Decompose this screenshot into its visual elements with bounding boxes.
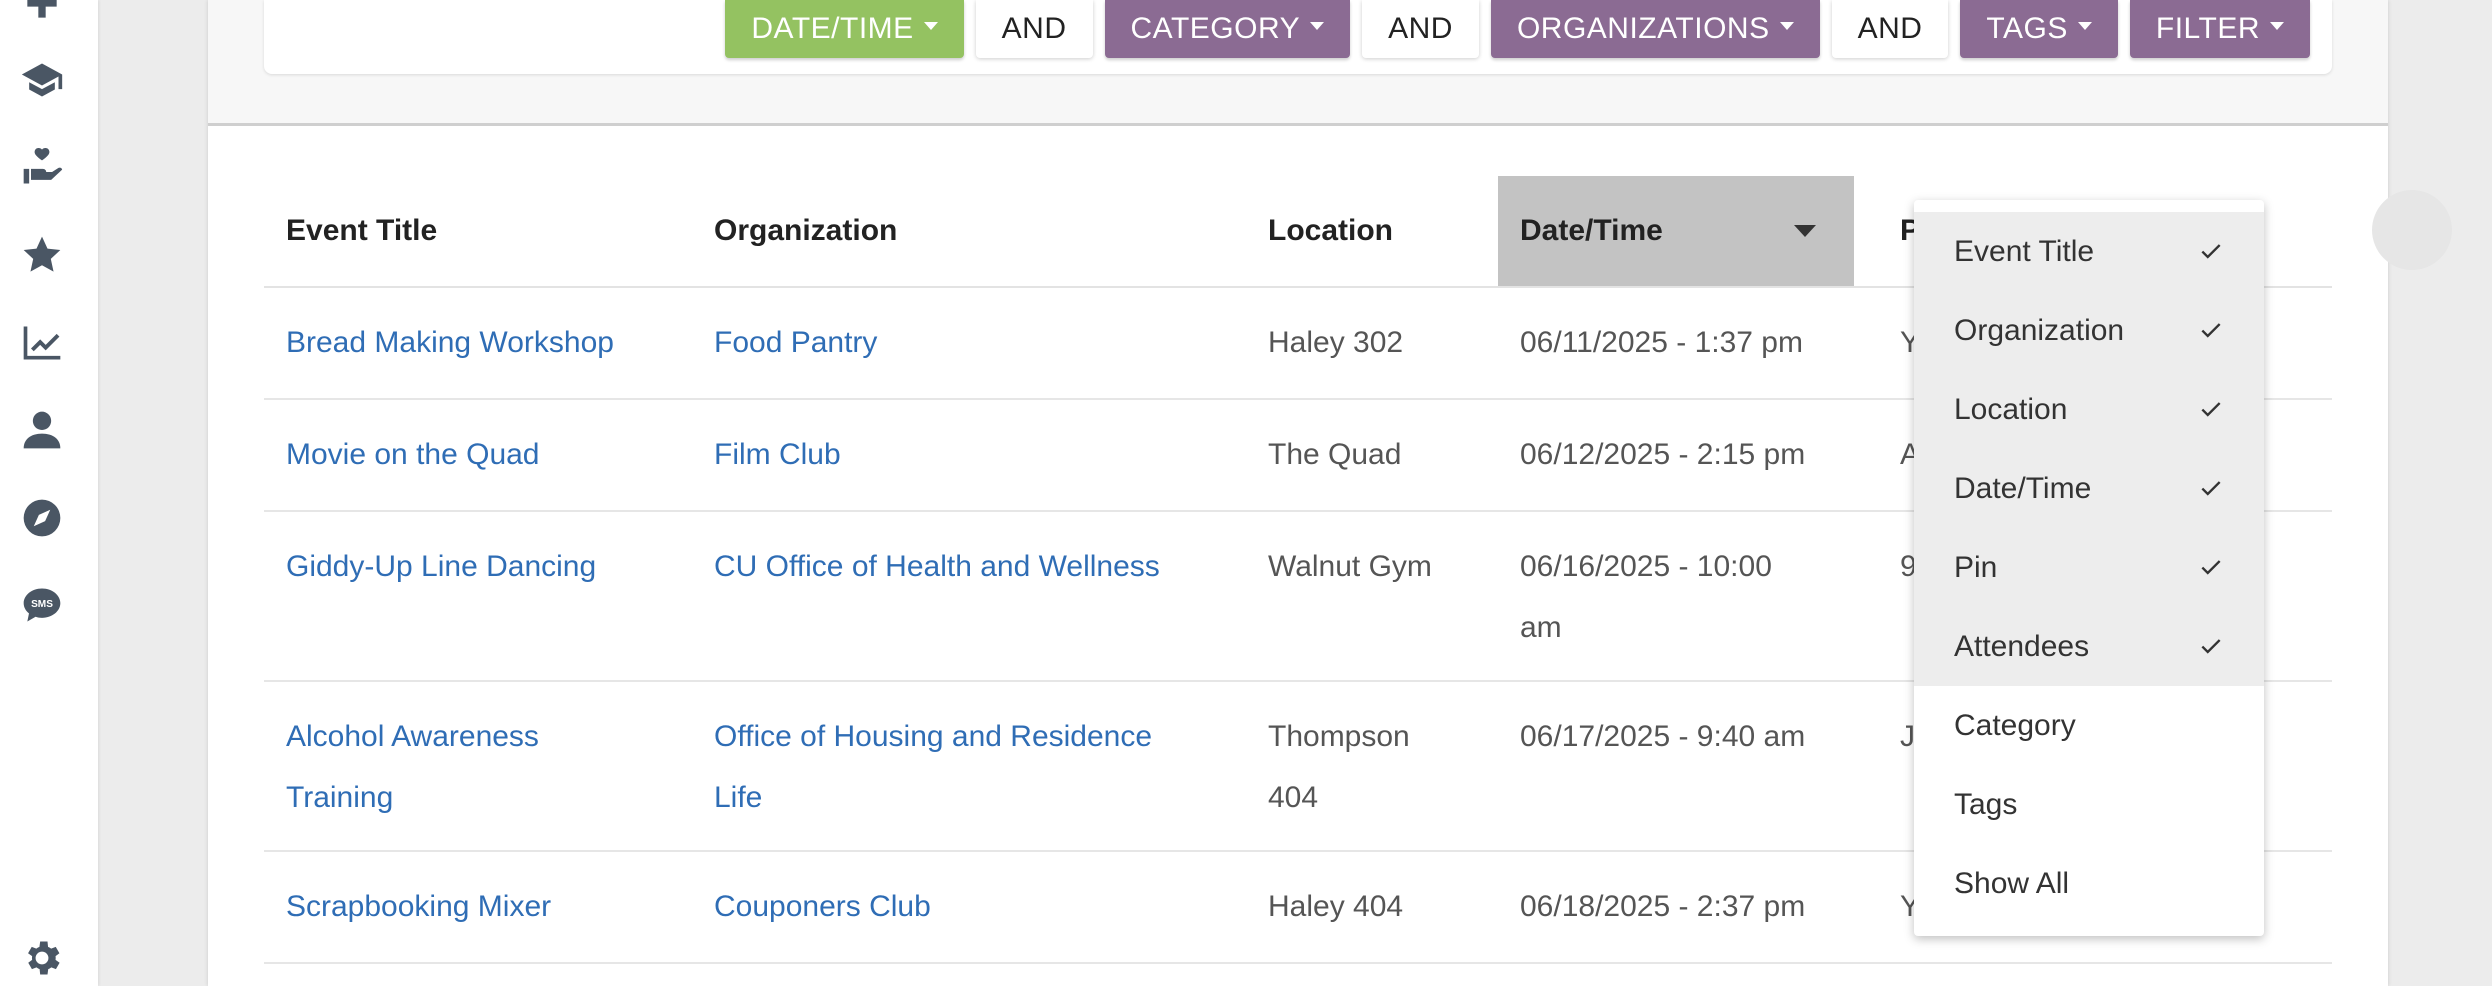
caret-down-icon (1310, 22, 1325, 30)
datetime-cell: 06/17/2025 - 9:40 am (1520, 720, 1806, 753)
check-icon (2198, 475, 2224, 501)
header-event-title[interactable]: Event Title (264, 176, 684, 286)
menu-item-label: Event Title (1954, 234, 2095, 268)
org-line: Office of Housing and Residence (714, 720, 1153, 753)
menu-item-datetime[interactable]: Date/Time (1914, 449, 2264, 528)
menu-item-pin[interactable]: Pin (1914, 528, 2264, 607)
organization-link[interactable]: CU Office of Health and Wellness (692, 536, 1160, 597)
plus-icon[interactable] (17, 0, 67, 28)
datetime-filter-button[interactable]: DATE/TIME (725, 0, 964, 58)
location-line: Thompson (1268, 720, 1410, 753)
title-line: Training (286, 781, 394, 814)
event-title-link[interactable]: Giddy-Up Line Dancing (264, 536, 596, 597)
graduation-cap-icon[interactable] (17, 55, 67, 105)
location-line: 404 (1268, 781, 1319, 814)
hand-heart-icon[interactable] (17, 142, 67, 192)
compass-icon[interactable] (17, 493, 67, 543)
menu-item-organization[interactable]: Organization (1914, 291, 2264, 370)
sort-desc-icon[interactable] (1794, 225, 1816, 237)
user-icon[interactable] (17, 405, 67, 455)
filter-button[interactable]: FILTER (2129, 0, 2310, 58)
menu-item-label: Date/Time (1954, 471, 2092, 505)
title-line: Alcohol Awareness (286, 720, 539, 753)
location-cell: The Quad (1268, 438, 1402, 471)
event-title-link[interactable]: Bread Making Workshop (264, 312, 614, 373)
menu-item-label: Organization (1954, 313, 2125, 347)
column-menu-toggle[interactable] (2372, 190, 2452, 270)
menu-item-location[interactable]: Location (1914, 370, 2264, 449)
check-icon (2198, 633, 2224, 659)
check-icon (2198, 396, 2224, 422)
header-datetime[interactable]: Date/Time (1498, 176, 1854, 286)
datetime-cell: 06/12/2025 - 2:15 pm (1520, 438, 1806, 471)
filter-buttons: DATE/TIME AND CATEGORY AND ORGANIZATIONS (725, 0, 2310, 58)
organization-link[interactable]: Office of Housing and Residence Life (692, 706, 1152, 828)
header-location[interactable]: Location (1246, 176, 1496, 286)
sms-icon[interactable]: SMS (17, 580, 67, 630)
menu-item-attendees[interactable]: Attendees (1914, 607, 2264, 686)
event-title-link[interactable]: Scrapbooking Mixer (264, 876, 551, 937)
category-filter-button[interactable]: CATEGORY (1104, 0, 1351, 58)
event-title-link[interactable]: Movie on the Quad (264, 424, 540, 485)
header-organization[interactable]: Organization (692, 176, 1242, 286)
menu-item-show-all[interactable]: Show All (1914, 844, 2264, 923)
and-label: AND (1388, 12, 1453, 45)
column-visibility-menu: Event Title Organization Location Date/T… (1914, 200, 2264, 936)
menu-item-label: Show All (1954, 866, 2070, 900)
datetime-cell: 06/11/2025 - 1:37 pm (1520, 326, 1803, 359)
and-operator-2[interactable]: AND (1362, 0, 1479, 58)
header-label: Organization (714, 214, 898, 247)
check-icon (2198, 238, 2224, 264)
chart-line-icon[interactable] (17, 318, 67, 368)
menu-item-label: Location (1954, 392, 2068, 426)
menu-item-category[interactable]: Category (1914, 686, 2264, 765)
filter-band: DATE/TIME AND CATEGORY AND ORGANIZATIONS (208, 0, 2388, 126)
svg-text:SMS: SMS (31, 599, 53, 610)
org-line: Life (714, 781, 763, 814)
location-cell: Haley 404 (1268, 890, 1404, 923)
menu-item-label: Attendees (1954, 629, 2090, 663)
filter-label: FILTER (2155, 12, 2260, 45)
and-label: AND (1857, 12, 1923, 45)
check-icon (2198, 554, 2224, 580)
caret-down-icon (2077, 22, 2092, 30)
header-label: Event Title (286, 214, 438, 247)
menu-item-label: Category (1954, 708, 2076, 742)
filter-bar: DATE/TIME AND CATEGORY AND ORGANIZATIONS (264, 0, 2332, 74)
event-title-link[interactable]: Alcohol Awareness Training (264, 706, 539, 828)
menu-item-event-title[interactable]: Event Title (1914, 212, 2264, 291)
location-cell: Thompson 404 (1246, 706, 1410, 828)
caret-down-icon (1779, 22, 1794, 30)
organizations-filter-button[interactable]: ORGANIZATIONS (1490, 0, 1820, 58)
tags-filter-button[interactable]: TAGS (1960, 0, 2118, 58)
datetime-line: 06/16/2025 - 10:00 (1520, 550, 1772, 583)
and-operator-1[interactable]: AND (975, 0, 1093, 58)
star-icon[interactable] (17, 230, 67, 280)
check-icon (2198, 317, 2224, 343)
datetime-filter-label: DATE/TIME (751, 12, 914, 45)
menu-item-label: Pin (1954, 550, 1998, 584)
header-label: Location (1268, 214, 1393, 247)
location-cell: Walnut Gym (1268, 550, 1432, 583)
gear-icon[interactable] (17, 933, 67, 983)
and-label: AND (1001, 12, 1067, 45)
organizations-filter-label: ORGANIZATIONS (1516, 12, 1770, 45)
sidebar: SMS (0, 0, 98, 986)
menu-item-label: Tags (1954, 787, 2018, 821)
category-filter-label: CATEGORY (1130, 12, 1301, 45)
organization-link[interactable]: Film Club (692, 424, 841, 485)
tags-filter-label: TAGS (1986, 12, 2068, 45)
datetime-cell: 06/18/2025 - 2:37 pm (1520, 890, 1806, 923)
datetime-cell: 06/16/2025 - 10:00 am (1498, 536, 1772, 658)
organization-link[interactable]: Food Pantry (692, 312, 877, 373)
caret-down-icon (923, 22, 938, 30)
organization-link[interactable]: Couponers Club (692, 876, 931, 937)
location-cell: Haley 302 (1268, 326, 1404, 359)
menu-item-tags[interactable]: Tags (1914, 765, 2264, 844)
header-label: Date/Time (1520, 214, 1663, 247)
caret-down-icon (2270, 22, 2284, 30)
datetime-line: am (1520, 611, 1562, 644)
and-operator-3[interactable]: AND (1831, 0, 1949, 58)
